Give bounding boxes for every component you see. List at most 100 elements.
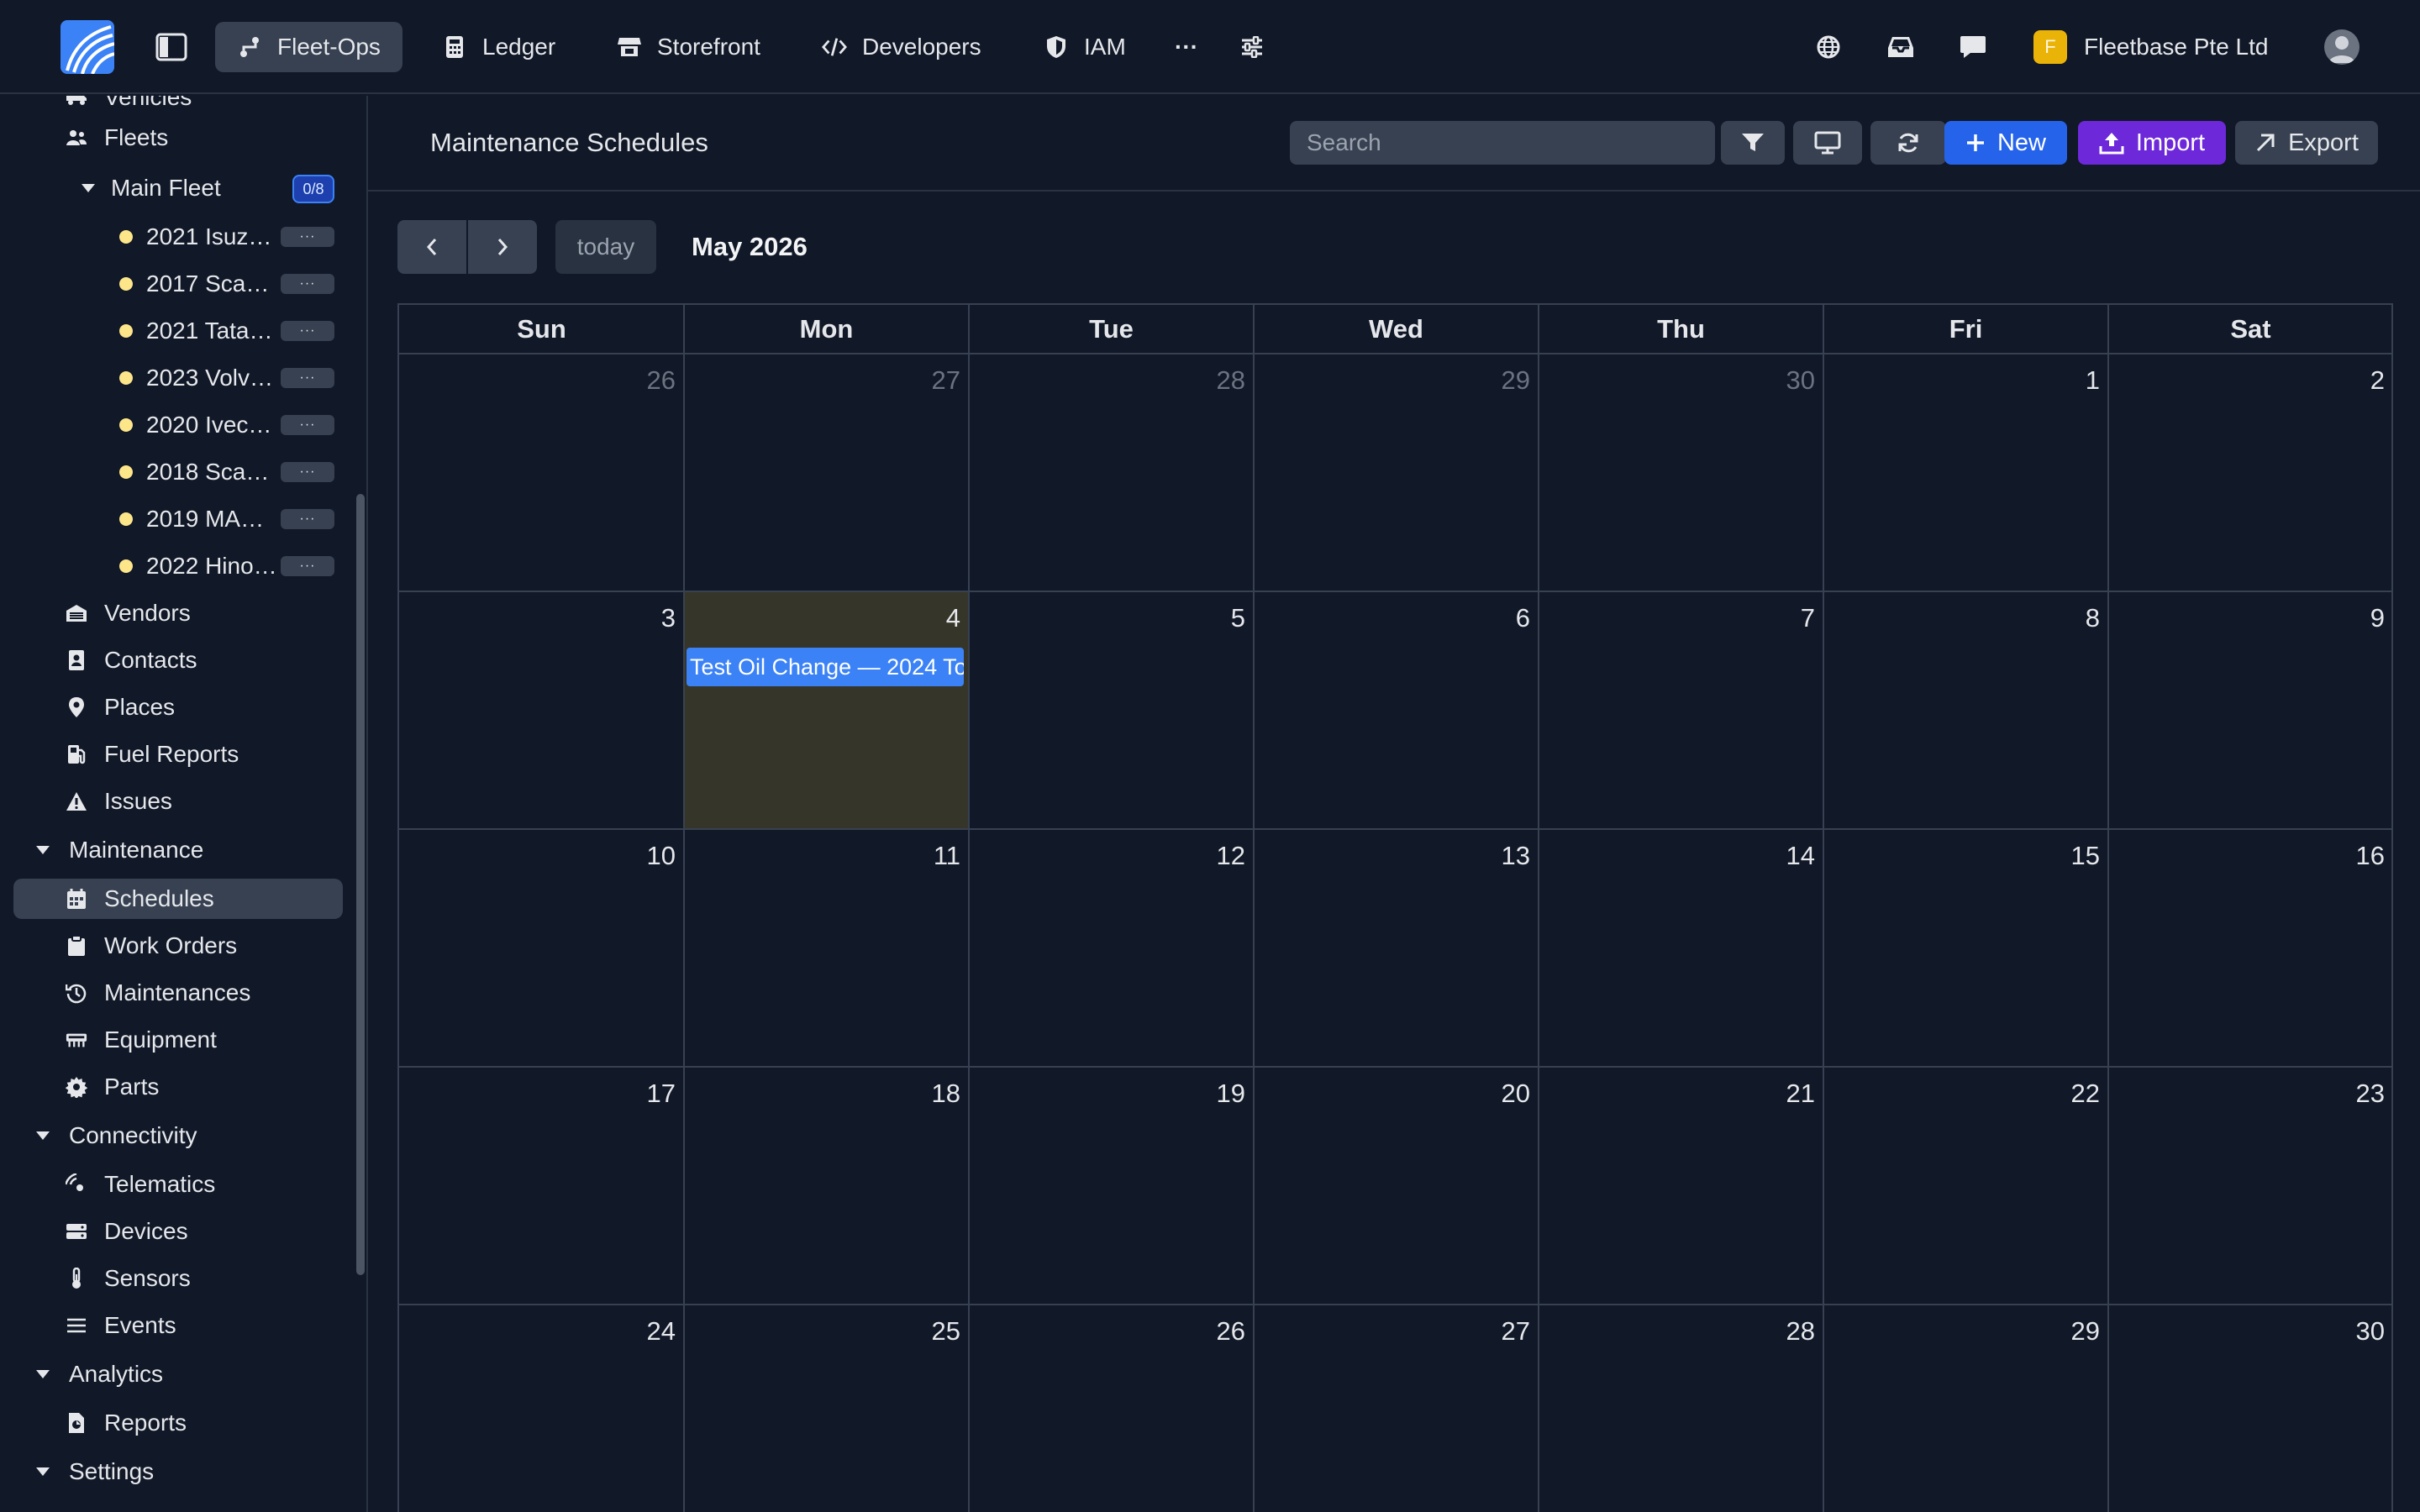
vehicle-item[interactable]: 2019 MAN TGX··· — [119, 499, 346, 539]
sidebar-item-parts[interactable]: Parts — [66, 1067, 368, 1107]
vehicle-item[interactable]: 2021 Isuzu NPR··· — [119, 217, 346, 257]
day-number[interactable]: 28 — [1217, 365, 1245, 396]
calendar-day[interactable]: 5 — [969, 591, 1254, 829]
sidebar-item-vehicles[interactable]: Vehicles — [66, 96, 368, 118]
sidebar-toggle-button[interactable] — [145, 22, 198, 72]
calendar-day[interactable]: 9 — [2108, 591, 2393, 829]
vehicle-item[interactable]: 2021 Tata Ultra··· — [119, 311, 346, 351]
calendar-day[interactable]: 21 — [1539, 1067, 1823, 1305]
vehicle-item[interactable]: 2017 Scania R450··· — [119, 264, 346, 304]
calendar-day[interactable]: 11 — [684, 829, 969, 1067]
calendar-day[interactable]: 13 — [1254, 829, 1539, 1067]
day-number[interactable]: 20 — [1502, 1079, 1530, 1109]
calendar-day[interactable]: 25 — [684, 1305, 969, 1512]
calendar-day[interactable]: 22 — [1823, 1067, 2108, 1305]
sidebar-item-fleets[interactable]: Fleets — [66, 118, 368, 158]
calendar-day[interactable]: 26 — [969, 1305, 1254, 1512]
sidebar-scrollbar[interactable] — [356, 494, 365, 1275]
calendar-day-today[interactable]: 4 — [684, 591, 969, 829]
fleetbase-logo[interactable] — [60, 20, 114, 74]
calendar-day[interactable]: 28 — [969, 354, 1254, 591]
sidebar-item-places[interactable]: Places — [66, 687, 368, 727]
calendar-day[interactable]: 27 — [684, 354, 969, 591]
day-number[interactable]: 29 — [1502, 365, 1530, 396]
day-number[interactable]: 5 — [1231, 603, 1245, 633]
sidebar-item-contacts[interactable]: Contacts — [66, 640, 368, 680]
day-number[interactable]: 24 — [647, 1316, 676, 1347]
day-number[interactable]: 27 — [1502, 1316, 1530, 1347]
calendar-day[interactable]: 30 — [2108, 1305, 2393, 1512]
day-number[interactable]: 6 — [1516, 603, 1530, 633]
calendar-day[interactable]: 23 — [2108, 1067, 2393, 1305]
day-number[interactable]: 8 — [2086, 603, 2100, 633]
day-number[interactable]: 21 — [1786, 1079, 1815, 1109]
prev-month-button[interactable] — [397, 220, 466, 274]
tab-ledger[interactable]: Ledger — [420, 22, 577, 72]
day-number[interactable]: 29 — [2071, 1316, 2100, 1347]
calendar-day[interactable]: 10 — [399, 829, 684, 1067]
search-input[interactable] — [1290, 121, 1715, 165]
user-avatar[interactable] — [2324, 29, 2360, 65]
day-number[interactable]: 23 — [2356, 1079, 2385, 1109]
day-number[interactable]: 18 — [932, 1079, 960, 1109]
calendar-day[interactable]: 19 — [969, 1067, 1254, 1305]
refresh-button[interactable] — [1870, 121, 1946, 165]
sidebar-item-maintenances[interactable]: Maintenances — [66, 973, 368, 1013]
day-number[interactable]: 30 — [1786, 365, 1815, 396]
fleet-main-fleet[interactable]: Main Fleet 0/8 — [79, 168, 368, 208]
day-number[interactable]: 22 — [2071, 1079, 2100, 1109]
calendar-day[interactable]: 30 — [1539, 354, 1823, 591]
calendar-day[interactable]: 16 — [2108, 829, 2393, 1067]
calendar-day[interactable]: 18 — [684, 1067, 969, 1305]
vehicle-menu-button[interactable]: ··· — [281, 368, 334, 388]
calendar-day[interactable]: 8 — [1823, 591, 2108, 829]
day-number[interactable]: 12 — [1217, 841, 1245, 871]
calendar-day[interactable]: 1 — [1823, 354, 2108, 591]
vehicle-menu-button[interactable]: ··· — [281, 462, 334, 482]
sidebar-item-schedules[interactable]: Schedules — [13, 879, 343, 919]
customize-nav-button[interactable] — [1230, 22, 1274, 72]
vehicle-menu-button[interactable]: ··· — [281, 321, 334, 341]
sidebar-item-issues[interactable]: Issues — [66, 781, 368, 822]
vehicle-item[interactable]: 2022 Hino 300··· — [119, 546, 346, 586]
tab-fleet-ops[interactable]: Fleet-Ops — [215, 22, 402, 72]
vehicle-menu-button[interactable]: ··· — [281, 556, 334, 576]
organization-badge[interactable]: F — [2033, 30, 2067, 64]
export-button[interactable]: Export — [2235, 121, 2378, 165]
sidebar-item-events[interactable]: Events — [66, 1305, 368, 1346]
vehicle-item[interactable]: 2023 Volvo FH16··· — [119, 358, 346, 398]
day-number[interactable]: 15 — [2071, 841, 2100, 871]
calendar-day[interactable]: 3 — [399, 591, 684, 829]
calendar-day[interactable]: 2 — [2108, 354, 2393, 591]
sidebar-item-devices[interactable]: Devices — [66, 1211, 368, 1252]
tab-developers[interactable]: Developers — [800, 22, 1003, 72]
day-number[interactable]: 28 — [1786, 1316, 1815, 1347]
day-number[interactable]: 1 — [2086, 365, 2100, 396]
notifications-button[interactable] — [1879, 22, 1923, 72]
calendar-event[interactable]: Test Oil Change — 2024 Toyota — [687, 648, 964, 686]
sidebar-item-work-orders[interactable]: Work Orders — [66, 926, 368, 966]
day-number[interactable]: 17 — [647, 1079, 676, 1109]
day-number[interactable]: 19 — [1217, 1079, 1245, 1109]
day-number[interactable]: 7 — [1801, 603, 1815, 633]
day-number[interactable]: 26 — [647, 365, 676, 396]
sidebar-item-equipment[interactable]: Equipment — [66, 1020, 368, 1060]
calendar-day[interactable]: 26 — [399, 354, 684, 591]
vehicle-item[interactable]: 2020 Iveco Daily··· — [119, 405, 346, 445]
vehicle-menu-button[interactable]: ··· — [281, 509, 334, 529]
day-number[interactable]: 14 — [1786, 841, 1815, 871]
display-mode-button[interactable] — [1793, 121, 1862, 165]
day-number[interactable]: 10 — [647, 841, 676, 871]
calendar-day[interactable]: 6 — [1254, 591, 1539, 829]
day-number[interactable]: 27 — [932, 365, 960, 396]
sidebar-item-fuel-reports[interactable]: Fuel Reports — [66, 734, 368, 774]
today-button[interactable]: today — [555, 220, 656, 274]
filter-button[interactable] — [1721, 121, 1785, 165]
day-number[interactable]: 9 — [2370, 603, 2385, 633]
day-number[interactable]: 4 — [946, 603, 960, 633]
calendar-day[interactable]: 15 — [1823, 829, 2108, 1067]
language-button[interactable] — [1807, 22, 1850, 72]
calendar-day[interactable]: 27 — [1254, 1305, 1539, 1512]
vehicle-menu-button[interactable]: ··· — [281, 274, 334, 294]
sidebar-item-sensors[interactable]: Sensors — [66, 1258, 368, 1299]
